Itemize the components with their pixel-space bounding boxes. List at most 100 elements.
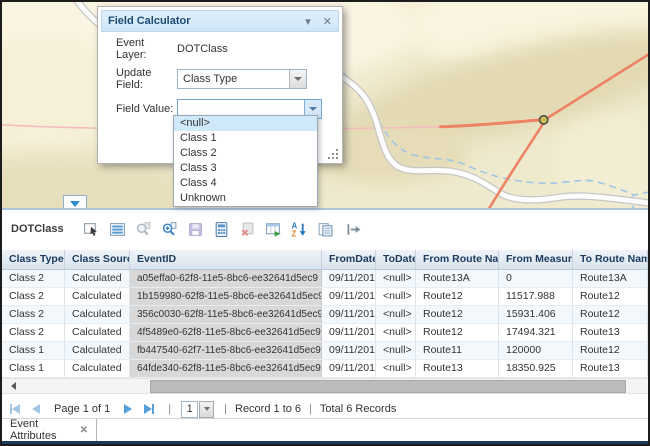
cell-class-source: Calculated <box>65 324 130 341</box>
table-row[interactable]: Class 1 Calculated fb447540-62f7-11e5-8b… <box>2 342 648 360</box>
scroll-left-button[interactable] <box>6 380 20 392</box>
dropdown-button[interactable] <box>199 401 214 418</box>
layer-name-label: DOTClass <box>11 223 64 235</box>
cell-from-date: 09/11/2015 <box>322 288 376 305</box>
cell-from-date: 09/11/2015 <box>322 306 376 323</box>
first-page-button[interactable] <box>10 404 20 414</box>
page-number-select[interactable]: 1 <box>181 401 214 418</box>
cell-from-route: Route12 <box>416 288 499 305</box>
table-row[interactable]: Class 2 Calculated 1b159980-62f8-11e5-8b… <box>2 288 648 306</box>
append-records-button[interactable] <box>262 218 285 240</box>
zoom-to-selected-button[interactable] <box>158 218 181 240</box>
cell-class-source: Calculated <box>65 360 130 377</box>
dropdown-button[interactable] <box>289 70 306 88</box>
column-header[interactable]: FromDate <box>322 250 376 269</box>
cell-from-route: Route13A <box>416 270 499 287</box>
column-header[interactable]: To Route Name <box>573 250 648 269</box>
column-header[interactable]: From Route Name <box>416 250 499 269</box>
cell-class-source: Calculated <box>65 342 130 359</box>
route-junction-marker <box>539 116 547 124</box>
append-records-icon <box>265 221 282 238</box>
table-toolbar: DOTClass <box>2 210 648 248</box>
separator: | <box>168 403 171 415</box>
cell-event-id: 64fde340-62f8-11e5-8bc6-ee32641d5ec9 <box>130 360 322 377</box>
cell-class-type: Class 2 <box>2 306 65 323</box>
next-page-icon <box>124 404 132 414</box>
cell-event-id: 4f5489e0-62f8-11e5-8bc6-ee32641d5ec9 <box>130 324 322 341</box>
dock-table-button[interactable] <box>342 218 365 240</box>
cell-class-source: Calculated <box>65 270 130 287</box>
total-records-label: Total 6 Records <box>320 403 396 415</box>
attribute-table-panel: DOTClass <box>2 208 648 444</box>
table-row[interactable]: Class 1 Calculated 64fde340-62f8-11e5-8b… <box>2 360 648 378</box>
dialog-title: Field Calculator <box>102 15 299 27</box>
column-header[interactable]: ToDate <box>376 250 416 269</box>
delete-selected-disabled-button[interactable] <box>236 218 259 240</box>
cell-class-source: Calculated <box>65 306 130 323</box>
close-icon[interactable]: ✕ <box>78 425 96 436</box>
option-class-2[interactable]: Class 2 <box>174 146 317 161</box>
first-page-icon <box>12 404 20 414</box>
cell-from-measure: 15931.406 <box>499 306 573 323</box>
cell-from-measure: 11517.988 <box>499 288 573 305</box>
last-page-icon <box>144 404 152 414</box>
column-header[interactable]: From Measure <box>499 250 573 269</box>
column-header[interactable]: Class Source <box>65 250 130 269</box>
last-page-button[interactable] <box>144 404 154 414</box>
option-unknown[interactable]: Unknown <box>174 191 317 206</box>
arrow-left-icon <box>11 382 16 390</box>
separator: | <box>224 403 227 415</box>
cell-event-id: 1b159980-62f8-11e5-8bc6-ee32641d5ec9 <box>130 288 322 305</box>
select-by-rectangle-button[interactable] <box>80 218 103 240</box>
cell-to-route: Route12 <box>573 306 648 323</box>
cell-from-route: Route13 <box>416 360 499 377</box>
cell-to-date: <null> <box>376 324 416 341</box>
update-field-label: Update Field: <box>116 67 176 91</box>
save-disabled-button[interactable] <box>184 218 207 240</box>
option-class-3[interactable]: Class 3 <box>174 161 317 176</box>
show-selected-records-icon <box>109 221 126 238</box>
edit-attributes-button[interactable] <box>314 218 337 240</box>
show-selected-records-button[interactable] <box>106 218 129 240</box>
cell-from-date: 09/11/2015 <box>322 342 376 359</box>
zoom-to-selected-disabled-icon <box>135 221 152 238</box>
sort-records-button[interactable]: AZ <box>288 218 311 240</box>
option-class-4[interactable]: Class 4 <box>174 176 317 191</box>
column-header[interactable]: Class Type <box>2 250 65 269</box>
dialog-title-bar[interactable]: Field Calculator ▾ ✕ <box>101 10 339 32</box>
resize-grip[interactable] <box>327 149 338 160</box>
column-header[interactable]: EventID <box>130 250 322 269</box>
scrollbar-thumb[interactable] <box>150 380 626 393</box>
update-field-select[interactable]: Class Type <box>177 69 307 89</box>
table-header-row: Class Type Class Source EventID FromDate… <box>2 250 648 270</box>
pagination-bar: Page 1 of 1 | 1 | Record 1 to 6 | Total … <box>2 398 648 420</box>
cell-to-date: <null> <box>376 360 416 377</box>
option-class-1[interactable]: Class 1 <box>174 131 317 146</box>
field-calculator-button[interactable] <box>210 218 233 240</box>
option-null[interactable]: <null> <box>174 116 317 131</box>
previous-page-icon <box>32 404 40 414</box>
cell-from-route: Route12 <box>416 306 499 323</box>
select-by-rectangle-icon <box>83 221 100 238</box>
close-icon[interactable]: ✕ <box>317 15 338 28</box>
cell-class-source: Calculated <box>65 288 130 305</box>
table-row[interactable]: Class 2 Calculated 356c0030-62f8-11e5-8b… <box>2 306 648 324</box>
cell-class-type: Class 2 <box>2 324 65 341</box>
separator: | <box>309 403 312 415</box>
page-number-value: 1 <box>181 401 198 418</box>
field-value-label: Field Value: <box>116 103 176 115</box>
cell-from-route: Route11 <box>416 342 499 359</box>
horizontal-scrollbar[interactable] <box>2 378 648 394</box>
tab-event-attributes[interactable]: Event Attributes ✕ <box>2 419 97 441</box>
zoom-to-selected-icon <box>161 221 178 238</box>
next-page-button[interactable] <box>124 404 132 414</box>
sort-az-icon: AZ <box>291 221 308 238</box>
minimize-icon[interactable]: ▾ <box>299 15 317 28</box>
previous-page-button[interactable] <box>32 404 40 414</box>
zoom-to-selected-disabled-button[interactable] <box>132 218 155 240</box>
attribute-table: Class Type Class Source EventID FromDate… <box>2 250 648 378</box>
cell-class-type: Class 2 <box>2 270 65 287</box>
table-row[interactable]: Class 2 Calculated a05effa0-62f8-11e5-8b… <box>2 270 648 288</box>
table-row[interactable]: Class 2 Calculated 4f5489e0-62f8-11e5-8b… <box>2 324 648 342</box>
application-window: Field Calculator ▾ ✕ Event Layer: DOTCla… <box>0 0 650 446</box>
